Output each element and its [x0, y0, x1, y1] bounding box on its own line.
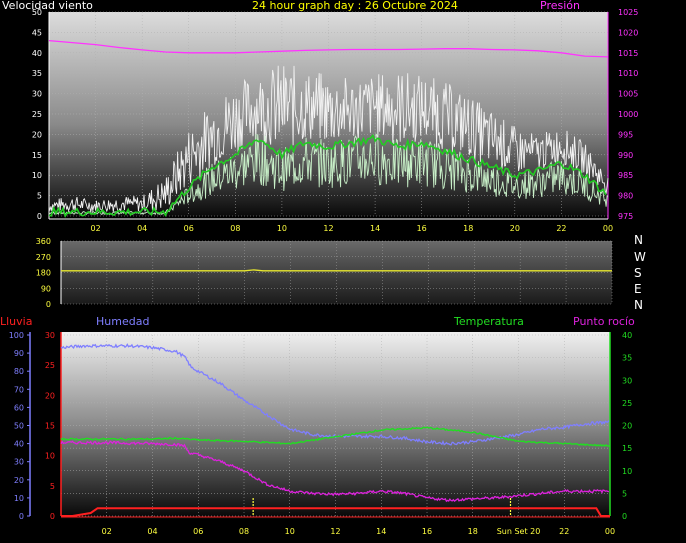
direction-label-s: S: [634, 266, 642, 280]
pressure-axis-tick: 975: [618, 212, 633, 221]
humidity-axis-tick: 20: [14, 476, 24, 485]
pressure-axis-tick: 1000: [618, 110, 638, 119]
rain-axis-tick: 30: [45, 331, 55, 340]
rain-axis-tick: 25: [45, 361, 55, 370]
temperature-axis-tick: 35: [622, 354, 632, 363]
pressure-axis-tick: 1010: [618, 69, 638, 78]
direction-axis-tick: 270: [36, 253, 51, 262]
bottom-x-tick: 12: [330, 527, 340, 536]
humidity-axis-tick: 70: [14, 385, 24, 394]
direction-label-w: W: [634, 250, 646, 264]
humidity-axis-tick: 50: [14, 422, 24, 431]
bottom-x-tick: 02: [102, 527, 112, 536]
wind-x-tick: 02: [90, 224, 100, 233]
direction-axis-tick: 90: [41, 284, 51, 293]
pressure-axis-tick: 980: [618, 192, 633, 201]
bottom-x-tick: 22: [559, 527, 569, 536]
temperature-axis-tick: 30: [622, 376, 632, 385]
direction-axis-tick: 180: [36, 269, 51, 278]
direction-axis-tick: 360: [36, 237, 51, 246]
humidity-axis-tick: 0: [19, 512, 24, 521]
rain-axis-tick: 15: [45, 422, 55, 431]
pressure-axis-tick: 1005: [618, 90, 638, 99]
bottom-x-tick: 00: [605, 527, 615, 536]
pressure-axis-tick: 1015: [618, 49, 638, 58]
rain-title: Lluvia: [0, 315, 33, 328]
wind-x-tick: 22: [556, 224, 566, 233]
temperature-axis-tick: 20: [622, 422, 632, 431]
wind-axis-tick: 40: [32, 49, 42, 58]
wind-x-tick: 04: [137, 224, 147, 233]
rain-axis-tick: 5: [50, 482, 55, 491]
bottom-x-tick: 16: [422, 527, 432, 536]
bottom-x-tick: 18: [468, 527, 478, 536]
wind-speed-title: Velocidad viento: [2, 0, 93, 12]
rain-axis-tick: 0: [50, 512, 55, 521]
weather-graph-window: 0 975 5 980 10 985 15 990 20 995 25 1000 30 1005 35 101…: [0, 0, 686, 543]
wind-axis-tick: 20: [32, 130, 42, 139]
humidity-axis-tick: 100: [9, 331, 24, 340]
wind-axis-tick: 25: [32, 110, 42, 119]
wind-axis-tick: 35: [32, 69, 42, 78]
direction-axis-tick: 0: [46, 300, 51, 309]
graph-date-title: 24 hour graph day : 26 Octubre 2024: [252, 0, 458, 12]
wind-axis-tick: 10: [32, 171, 42, 180]
temperature-axis-tick: 5: [622, 489, 627, 498]
direction-label-n-top: N: [634, 233, 643, 247]
wind-axis-tick: 0: [37, 212, 42, 221]
wind-axis-tick: 30: [32, 90, 42, 99]
direction-label-n-bottom: N: [634, 298, 643, 312]
direction-label-e: E: [634, 282, 642, 296]
humidity-axis-tick: 90: [14, 349, 24, 358]
weather-charts-canvas: 0 9755 98010 98515 99020 99525 100030 100535 101…: [9, 8, 639, 536]
wind-x-tick: 08: [230, 224, 240, 233]
rain-axis-tick: 20: [45, 391, 55, 400]
rain-axis-tick: 10: [45, 452, 55, 461]
pressure-axis-tick: 995: [618, 130, 633, 139]
temperature-axis-tick: 25: [622, 399, 632, 408]
bottom-x-tick: 06: [193, 527, 203, 536]
temperature-axis-tick: 40: [622, 331, 632, 340]
humidity-axis-tick: 30: [14, 458, 24, 467]
temperature-axis-tick: 15: [622, 444, 632, 453]
wind-x-tick: 20: [510, 224, 520, 233]
wind-x-tick: 14: [370, 224, 380, 233]
pressure-axis-tick: 985: [618, 171, 633, 180]
wind-x-tick: 06: [184, 224, 194, 233]
bottom-x-tick: 10: [285, 527, 295, 536]
pressure-axis-tick: 1020: [618, 28, 638, 37]
humidity-title: Humedad: [96, 315, 150, 328]
pressure-axis-tick: 990: [618, 151, 633, 160]
wind-x-tick: 16: [417, 224, 427, 233]
dewpoint-title: Punto rocío: [573, 315, 635, 328]
wind-axis-tick: 5: [37, 192, 42, 201]
bottom-x-tick: 08: [239, 527, 249, 536]
wind-x-tick: 00: [603, 224, 613, 233]
pressure-axis-tick: 1025: [618, 8, 638, 17]
wind-x-tick: 18: [463, 224, 473, 233]
bottom-x-tick: 14: [376, 527, 386, 536]
bottom-x-tick: Sun Set 20: [497, 527, 541, 536]
humidity-axis-tick: 60: [14, 403, 24, 412]
temperature-axis-tick: 10: [622, 467, 632, 476]
pressure-title: Presión: [540, 0, 580, 12]
bottom-x-tick: 04: [147, 527, 157, 536]
humidity-axis-tick: 10: [14, 494, 24, 503]
wind-axis-tick: 45: [32, 28, 42, 37]
wind-x-tick: 12: [323, 224, 333, 233]
wind-x-tick: 10: [277, 224, 287, 233]
wind-axis-tick: 15: [32, 151, 42, 160]
humidity-axis-tick: 40: [14, 440, 24, 449]
humidity-axis-tick: 80: [14, 367, 24, 376]
temperature-axis-tick: 0: [622, 512, 627, 521]
temperature-title: Temperatura: [454, 315, 524, 328]
